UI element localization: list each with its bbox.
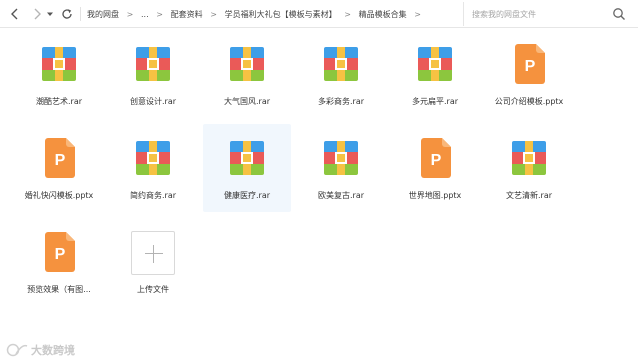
- upload-tile[interactable]: 上传文件: [109, 218, 197, 306]
- breadcrumb-separator: >: [344, 9, 351, 19]
- refresh-icon: [62, 9, 72, 19]
- file-name: 婚礼快闪模板.pptx: [24, 191, 94, 200]
- breadcrumb: 我的网盘 > ... > 配套资料 > 学员福利大礼包【模板与素材】 > 精品模…: [80, 0, 463, 28]
- file-name: 创意设计.rar: [129, 97, 177, 106]
- back-button[interactable]: [7, 6, 23, 22]
- breadcrumb-separator: >: [126, 9, 134, 19]
- pptx-file-icon: P: [40, 232, 78, 272]
- breadcrumb-item-my-drive[interactable]: 我的网盘: [87, 9, 119, 20]
- file-tile[interactable]: 大气国风.rar: [203, 30, 291, 118]
- watermark: 大数跨境: [6, 340, 75, 360]
- file-tile[interactable]: 多元扁平.rar: [391, 30, 479, 118]
- file-name: 潮酷艺术.rar: [35, 97, 83, 106]
- file-tile[interactable]: P 预览效果（有图...: [15, 218, 103, 306]
- chevron-left-icon: [11, 8, 18, 20]
- svg-text:P: P: [525, 58, 536, 75]
- file-tile[interactable]: 多彩商务.rar: [297, 30, 385, 118]
- file-grid: 潮酷艺术.rar 创意设计.rar 大气国风.rar 多彩商务.rar 多元扁平…: [12, 30, 592, 312]
- top-toolbar: 我的网盘 > ... > 配套资料 > 学员福利大礼包【模板与素材】 > 精品模…: [0, 0, 638, 28]
- file-name: 大气国风.rar: [223, 97, 271, 106]
- file-name: 健康医疗.rar: [223, 191, 271, 200]
- rar-archive-icon: [510, 138, 548, 178]
- rar-archive-icon: [228, 138, 266, 178]
- svg-text:P: P: [55, 246, 66, 263]
- pptx-file-icon: P: [510, 44, 548, 84]
- upload-label: 上传文件: [137, 285, 169, 294]
- file-tile-selected[interactable]: 健康医疗.rar: [203, 124, 291, 212]
- rar-archive-icon: [322, 44, 360, 84]
- search-icon[interactable]: [612, 7, 626, 21]
- refresh-button[interactable]: [59, 6, 75, 22]
- file-name: 预览效果（有图...: [27, 285, 91, 294]
- file-tile[interactable]: 简约商务.rar: [109, 124, 197, 212]
- breadcrumb-divider: [80, 7, 81, 21]
- file-tile[interactable]: 潮酷艺术.rar: [15, 30, 103, 118]
- breadcrumb-separator: >: [156, 9, 163, 19]
- file-tile[interactable]: P 婚礼快闪模板.pptx: [15, 124, 103, 212]
- file-name: 文艺清新.rar: [505, 191, 553, 200]
- file-name: 世界地图.pptx: [408, 191, 462, 200]
- history-dropdown-button[interactable]: [45, 6, 55, 22]
- search-box: [463, 2, 638, 26]
- rar-archive-icon: [228, 44, 266, 84]
- breadcrumb-separator: >: [414, 9, 421, 19]
- rar-archive-icon: [40, 44, 78, 84]
- file-name: 欧美复古.rar: [317, 191, 365, 200]
- file-name: 多彩商务.rar: [317, 97, 365, 106]
- breadcrumb-item-ellipsis[interactable]: ...: [141, 10, 149, 19]
- breadcrumb-separator: >: [210, 9, 217, 19]
- forward-button[interactable]: [29, 6, 45, 22]
- caret-down-icon: [47, 12, 53, 16]
- svg-text:P: P: [431, 152, 442, 169]
- file-tile[interactable]: P 公司介绍模板.pptx: [485, 30, 573, 118]
- breadcrumb-item-template-collection[interactable]: 精品模板合集: [359, 9, 407, 20]
- file-tile[interactable]: P 世界地图.pptx: [391, 124, 479, 212]
- file-name: 公司介绍模板.pptx: [494, 97, 564, 106]
- plus-icon: [131, 231, 175, 275]
- rar-archive-icon: [322, 138, 360, 178]
- watermark-text: 大数跨境: [31, 344, 75, 357]
- file-tile[interactable]: 创意设计.rar: [109, 30, 197, 118]
- rar-archive-icon: [134, 44, 172, 84]
- pptx-file-icon: P: [416, 138, 454, 178]
- pptx-file-icon: P: [40, 138, 78, 178]
- file-tile[interactable]: 欧美复古.rar: [297, 124, 385, 212]
- svg-text:P: P: [55, 152, 66, 169]
- file-tile[interactable]: 文艺清新.rar: [485, 124, 573, 212]
- breadcrumb-item-materials[interactable]: 配套资料: [171, 9, 203, 20]
- file-name: 多元扁平.rar: [411, 97, 459, 106]
- watermark-logo-icon: [6, 343, 28, 357]
- file-name: 简约商务.rar: [129, 191, 177, 200]
- rar-archive-icon: [416, 44, 454, 84]
- rar-archive-icon: [134, 138, 172, 178]
- breadcrumb-item-gift-pack[interactable]: 学员福利大礼包【模板与素材】: [225, 9, 337, 20]
- chevron-right-icon: [34, 8, 41, 20]
- search-input[interactable]: [472, 6, 602, 22]
